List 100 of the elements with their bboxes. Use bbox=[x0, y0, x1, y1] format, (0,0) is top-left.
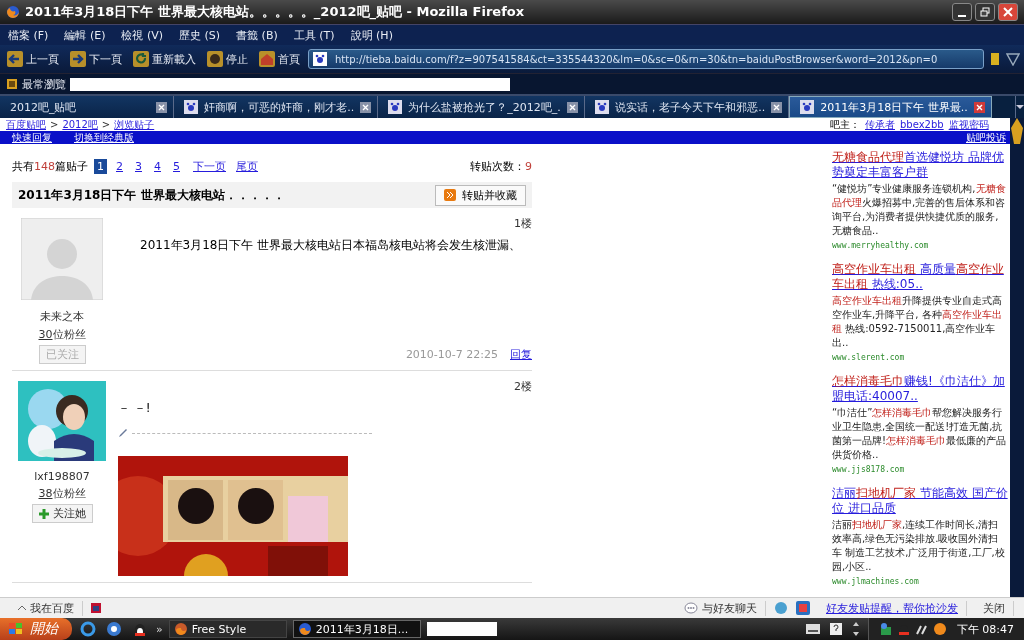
ad-text: 洁丽扫地机厂家,连续工作时间长,清扫效率高,绿色无污染排放.吸收国外清扫车 制造工艺技术,广泛用于街道,工厂,校园,小区.. bbox=[832, 518, 1006, 574]
caret-icon bbox=[18, 605, 26, 611]
reply-link[interactable]: 回复 bbox=[510, 347, 532, 362]
moderator-link[interactable]: 传承者 bbox=[865, 118, 895, 132]
nav-button[interactable]: 停止 bbox=[204, 49, 250, 69]
post-text: － －! bbox=[118, 400, 151, 417]
browser-tab[interactable]: 为什么盐被抢光了？_2012吧_.. bbox=[378, 96, 586, 118]
post-time: 2010-10-7 22:25 bbox=[405, 348, 498, 361]
nav-button[interactable]: 首頁 bbox=[256, 49, 302, 69]
globe-icon[interactable] bbox=[106, 621, 122, 637]
page-link[interactable]: 5 bbox=[170, 158, 183, 174]
thread-title: 2011年3月18日下午 世界最大核电站．．．．． bbox=[18, 186, 286, 204]
close-tab-icon[interactable] bbox=[360, 101, 372, 113]
help-icon[interactable] bbox=[829, 623, 842, 635]
ad-title[interactable]: 洁丽扫地机厂家 节能高效 国产价位 进口品质 bbox=[832, 486, 1008, 516]
breadcrumb-link[interactable]: 浏览贴子 bbox=[114, 118, 155, 132]
toolbar-link[interactable]: 快速回复 bbox=[12, 130, 52, 145]
ad-title[interactable]: 怎样消毒毛巾赚钱!《巾洁仕》加盟电话:40007.. bbox=[832, 374, 1008, 404]
blank-bar bbox=[426, 622, 497, 636]
ad-url: www.slerent.com bbox=[832, 353, 906, 362]
report-link[interactable]: 贴吧投诉 bbox=[966, 130, 1006, 145]
paw-icon bbox=[313, 52, 327, 66]
keyboard-icon[interactable] bbox=[805, 624, 820, 634]
caret-icon bbox=[1016, 104, 1024, 110]
toolbar-link[interactable]: 切换到经典版 bbox=[74, 130, 134, 145]
page-link[interactable]: 4 bbox=[151, 158, 164, 174]
close-tab-icon[interactable] bbox=[567, 101, 579, 113]
bookmark-item[interactable]: 最常瀏覽 bbox=[6, 76, 66, 92]
start-button[interactable]: 開始 bbox=[0, 618, 72, 640]
forward-arrows-icon bbox=[444, 189, 456, 201]
baidu-home-button[interactable]: 我在百度 bbox=[10, 600, 83, 616]
fans-count[interactable]: 38位粉丝 bbox=[38, 486, 86, 501]
window-title: 2011年3月18日下午 世界最大核电站。。。。。_2012吧_贴吧 - Mozilla Firefox bbox=[25, 3, 525, 21]
bookmark-icon[interactable] bbox=[990, 52, 1000, 66]
clock: 下午 08:47 bbox=[956, 621, 1014, 637]
breadcrumb-link[interactable]: 2012吧 bbox=[62, 118, 98, 132]
moderator-link[interactable]: bbex2bb bbox=[900, 119, 944, 130]
stop-icon bbox=[206, 50, 224, 68]
app-icon bbox=[173, 622, 188, 636]
follow-button[interactable]: 关注她 bbox=[31, 504, 93, 523]
page-link[interactable]: 3 bbox=[132, 158, 145, 174]
menu-item[interactable]: 歷史 (S) bbox=[179, 27, 221, 43]
arrows-icon[interactable] bbox=[851, 622, 860, 636]
page-link[interactable]: 2 bbox=[113, 158, 126, 174]
next-page-link[interactable]: 下一页 bbox=[193, 158, 226, 174]
url-field[interactable]: http://tieba.baidu.com/f?z=907541584&ct=335544320&lm=0&sc=0&rn=30&tn=baiduPostBrowser&word=2012&pn=0 bbox=[308, 49, 984, 69]
page-link[interactable]: 1 bbox=[94, 158, 107, 174]
ad-url: www.jjs8178.com bbox=[832, 465, 906, 474]
ad-text: 高空作业车出租升降提供专业自走式高空作业车,升降平台, 各种高空作业车出租 热线:0592-7150011,高空作业车出.. bbox=[832, 294, 1003, 350]
firefox-icon bbox=[6, 5, 20, 19]
close-icon bbox=[1003, 7, 1013, 17]
chat-icon bbox=[684, 602, 698, 614]
author-name[interactable]: lxf198807 bbox=[34, 470, 90, 483]
nav-button[interactable]: 重新載入 bbox=[130, 49, 198, 69]
repost-count: 转贴次数：9 bbox=[470, 158, 532, 174]
menu-item[interactable]: 編輯 (E) bbox=[64, 27, 106, 43]
folder-icon bbox=[6, 78, 18, 90]
close-button[interactable] bbox=[998, 3, 1018, 21]
menu-item[interactable]: 說明 (H) bbox=[350, 27, 393, 43]
plus-icon bbox=[38, 508, 49, 519]
reload-icon bbox=[132, 50, 150, 68]
moderators-label: 吧主： bbox=[830, 118, 860, 132]
browser-tab[interactable]: 说实话，老子今天下午和邪恶.. bbox=[585, 96, 790, 118]
menu-item[interactable]: 書籤 (B) bbox=[236, 27, 278, 43]
status-icon[interactable] bbox=[932, 622, 947, 636]
breadcrumb-separator: > bbox=[101, 119, 111, 130]
dropdown-icon[interactable] bbox=[1006, 52, 1020, 66]
menu-item[interactable]: 檔案 (F) bbox=[8, 27, 49, 43]
repost-button[interactable]: 转贴并收藏 bbox=[435, 184, 526, 206]
last-page-link[interactable]: 尾页 bbox=[236, 158, 258, 174]
restore-icon bbox=[980, 7, 990, 17]
browser-tab[interactable]: 2012吧_贴吧 bbox=[0, 96, 175, 118]
nav-button[interactable]: 下一頁 bbox=[67, 49, 124, 69]
chat-button[interactable]: 与好友聊天 bbox=[676, 600, 766, 616]
moderator-link[interactable]: 监视密码 bbox=[948, 118, 989, 132]
close-tab-icon[interactable] bbox=[973, 101, 985, 113]
quick-launch-more[interactable]: » bbox=[156, 622, 163, 636]
home-icon bbox=[258, 50, 276, 68]
windows-logo-icon bbox=[8, 622, 24, 636]
browser-tab[interactable]: 奸商啊，可恶的奸商，刚才老.. bbox=[174, 96, 379, 118]
network-icon[interactable] bbox=[878, 622, 893, 636]
nav-button[interactable]: 上一頁 bbox=[4, 49, 61, 69]
taskbar-button[interactable]: Free Style bbox=[168, 620, 287, 638]
floor-number: 2楼 bbox=[514, 379, 532, 394]
author-name[interactable]: 未来之本 bbox=[40, 309, 84, 324]
fans-count[interactable]: 30位粉丝 bbox=[38, 327, 86, 342]
floor-number: 1楼 bbox=[514, 216, 532, 231]
browser-tab[interactable]: 2011年3月18日下午 世界最.. bbox=[789, 96, 992, 118]
close-tab-icon[interactable] bbox=[156, 101, 168, 113]
restore-button[interactable] bbox=[975, 3, 995, 21]
ad-url: www.merryhealthy.com bbox=[832, 241, 930, 250]
menu-item[interactable]: 檢視 (V) bbox=[121, 27, 164, 43]
breadcrumb-link[interactable]: 百度贴吧 bbox=[6, 118, 46, 132]
notice-link[interactable]: 好友发贴提醒，帮你抢沙发 bbox=[818, 600, 967, 616]
close-bar-button[interactable]: 关闭 bbox=[975, 600, 1014, 616]
close-tab-icon[interactable] bbox=[771, 101, 783, 113]
browser-icon[interactable] bbox=[80, 621, 96, 637]
minimize-button[interactable] bbox=[952, 3, 972, 21]
menu-item[interactable]: 工具 (T) bbox=[293, 27, 335, 43]
taskbar-button[interactable]: 2011年3月18日... bbox=[292, 620, 421, 638]
